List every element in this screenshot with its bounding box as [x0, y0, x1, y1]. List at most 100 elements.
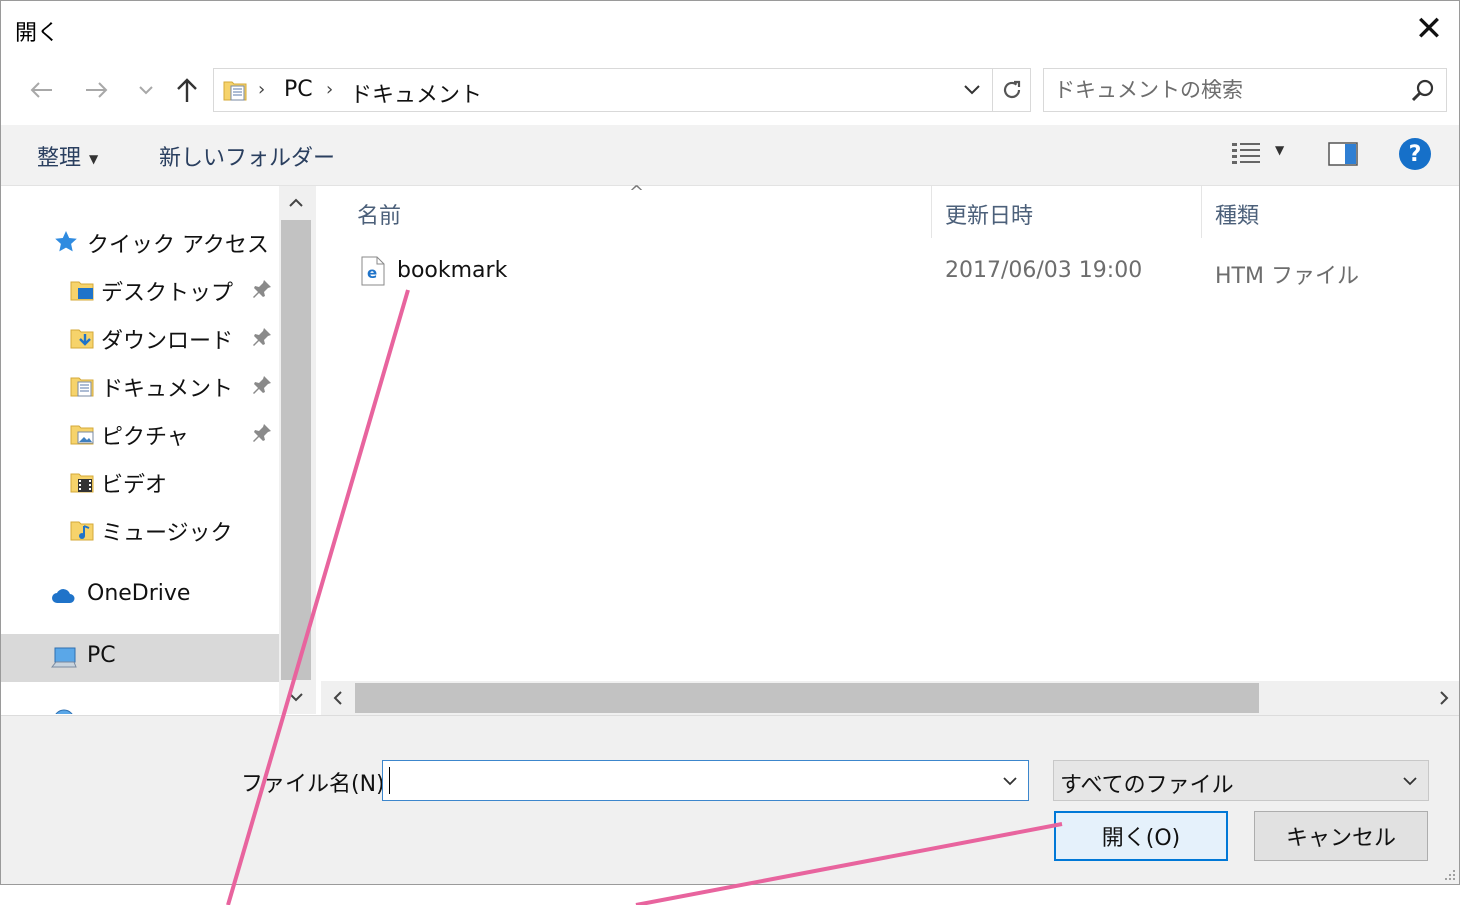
filename-input[interactable]	[389, 766, 989, 794]
help-button[interactable]: ?	[1399, 138, 1431, 170]
sidebar-item-music[interactable]: ミュージック	[1, 506, 279, 554]
sidebar-item-desktop[interactable]: デスクトップ	[1, 266, 279, 314]
filetype-dropdown-button[interactable]	[1394, 761, 1426, 800]
sidebar-item-pictures[interactable]: ピクチャ	[1, 410, 279, 458]
open-button[interactable]: 開く(O)	[1054, 811, 1228, 861]
file-modified: 2017/06/03 19:00	[945, 258, 1143, 283]
arrow-right-icon	[86, 82, 108, 98]
downloads-folder-icon	[70, 329, 94, 349]
organize-menu-button[interactable]: 整理 ▼	[37, 140, 98, 172]
view-options-caret-icon[interactable]: ▼	[1275, 143, 1284, 157]
pin-icon[interactable]	[251, 374, 273, 396]
chevron-down-icon	[1403, 776, 1417, 785]
pane-splitter[interactable]	[313, 186, 316, 714]
breadcrumb-separator: ›	[326, 79, 334, 100]
chevron-down-icon	[964, 85, 980, 95]
close-icon: ✕	[1414, 9, 1444, 49]
cancel-button[interactable]: キャンセル	[1254, 811, 1428, 861]
caret-down-icon: ▼	[89, 152, 99, 166]
breadcrumb-separator: ›	[258, 79, 266, 100]
scroll-up-button[interactable]	[279, 186, 313, 220]
file-list-horizontal-scrollbar[interactable]	[321, 681, 1459, 715]
filename-dropdown-button[interactable]	[994, 761, 1026, 800]
resize-grip-icon[interactable]	[1441, 866, 1457, 882]
open-file-dialog: 開く ✕ › PC › ドキュメント ドキュメントの検索 整理 ▼ 新しいフォル…	[0, 0, 1460, 885]
sidebar-item-label: デスクトップ	[101, 281, 234, 306]
scroll-right-button[interactable]	[1427, 681, 1459, 715]
text-cursor	[389, 767, 390, 794]
sidebar-item-label: ピクチャ	[101, 425, 189, 450]
sort-ascending-icon: ^	[629, 182, 645, 203]
sidebar-item-label: ビデオ	[101, 473, 168, 498]
nav-pane-vertical-scrollbar[interactable]	[279, 186, 313, 714]
recent-locations-button[interactable]	[131, 67, 161, 113]
scroll-thumb[interactable]	[355, 683, 1259, 713]
sidebar-item-label: ミュージック	[101, 521, 233, 546]
html-file-icon: e	[361, 256, 385, 286]
star-icon	[55, 231, 77, 252]
details-view-icon[interactable]	[1231, 141, 1261, 167]
scroll-down-button[interactable]	[279, 680, 313, 714]
address-bar[interactable]: › PC › ドキュメント	[213, 68, 1031, 112]
documents-folder-icon	[223, 81, 247, 101]
file-name: bookmark	[397, 258, 508, 283]
pin-icon[interactable]	[251, 326, 273, 348]
chevron-up-icon	[289, 198, 303, 207]
title-bar: 開く ✕	[1, 1, 1459, 57]
breadcrumb-pc[interactable]: PC	[284, 77, 313, 102]
sidebar-item-videos[interactable]: ビデオ	[1, 458, 279, 506]
sidebar-item-label: ダウンロード	[101, 329, 234, 354]
cloud-icon	[52, 589, 75, 603]
chevron-right-icon	[1440, 691, 1449, 705]
search-box[interactable]	[1043, 68, 1447, 112]
search-input[interactable]	[1054, 75, 1394, 105]
pin-icon[interactable]	[251, 278, 273, 300]
chevron-down-icon	[139, 86, 153, 95]
refresh-icon	[1003, 80, 1020, 99]
filetype-select[interactable]: すべてのファイル	[1053, 760, 1429, 801]
sidebar-item-onedrive[interactable]: OneDrive	[1, 572, 279, 620]
refresh-button[interactable]	[992, 69, 1030, 111]
organize-label: 整理	[37, 146, 82, 171]
pin-icon[interactable]	[251, 422, 273, 444]
chevron-down-icon	[289, 693, 303, 702]
sidebar-item-downloads[interactable]: ダウンロード	[1, 314, 279, 362]
scroll-left-button[interactable]	[321, 681, 355, 715]
sidebar-item-label: クイック アクセス	[87, 233, 269, 258]
column-separator[interactable]	[931, 186, 932, 238]
network-icon	[55, 709, 73, 714]
address-dropdown-button[interactable]	[954, 69, 990, 111]
forward-button[interactable]	[77, 67, 117, 113]
close-button[interactable]: ✕	[1397, 1, 1459, 57]
sidebar-item-label: ドキュメント	[101, 377, 234, 402]
arrow-left-icon	[30, 82, 52, 98]
filetype-value: すべてのファイル	[1060, 773, 1234, 798]
help-icon: ?	[1408, 141, 1422, 167]
scroll-thumb[interactable]	[281, 220, 311, 680]
column-header-name[interactable]: 名前	[357, 198, 401, 230]
column-header-type[interactable]: 種類	[1215, 198, 1259, 230]
new-folder-button[interactable]: 新しいフォルダー	[159, 140, 335, 172]
navigation-pane: クイック アクセス デスクトップ ダウンロード ドキュメント ピクチャ ビデオ	[1, 186, 313, 714]
sidebar-item-network-partial[interactable]	[1, 696, 279, 714]
back-button[interactable]	[21, 67, 61, 113]
file-type: HTM ファイル	[1215, 264, 1359, 289]
search-icon	[1411, 79, 1434, 102]
table-row[interactable]: e bookmark 2017/06/03 19:00 HTM ファイル	[347, 252, 1447, 292]
up-button[interactable]	[169, 67, 205, 113]
dialog-footer: ファイル名(N): すべてのファイル 開く(O) キャンセル	[1, 715, 1459, 884]
sidebar-item-pc[interactable]: PC	[1, 634, 279, 682]
filename-combobox[interactable]	[382, 760, 1029, 801]
sidebar-item-label: OneDrive	[87, 581, 191, 606]
filename-label: ファイル名(N):	[241, 772, 393, 797]
sidebar-item-quick-access[interactable]: クイック アクセス	[1, 218, 279, 266]
command-bar: 整理 ▼ 新しいフォルダー ▼ ?	[1, 125, 1459, 186]
chevron-down-icon	[1003, 776, 1017, 785]
sidebar-item-documents[interactable]: ドキュメント	[1, 362, 279, 410]
svg-text:e: e	[367, 264, 377, 282]
videos-folder-icon	[70, 473, 94, 493]
column-header-modified[interactable]: 更新日時	[945, 198, 1033, 230]
breadcrumb-documents[interactable]: ドキュメント	[350, 77, 482, 109]
column-separator[interactable]	[1201, 186, 1202, 238]
preview-pane-icon[interactable]	[1328, 142, 1358, 166]
